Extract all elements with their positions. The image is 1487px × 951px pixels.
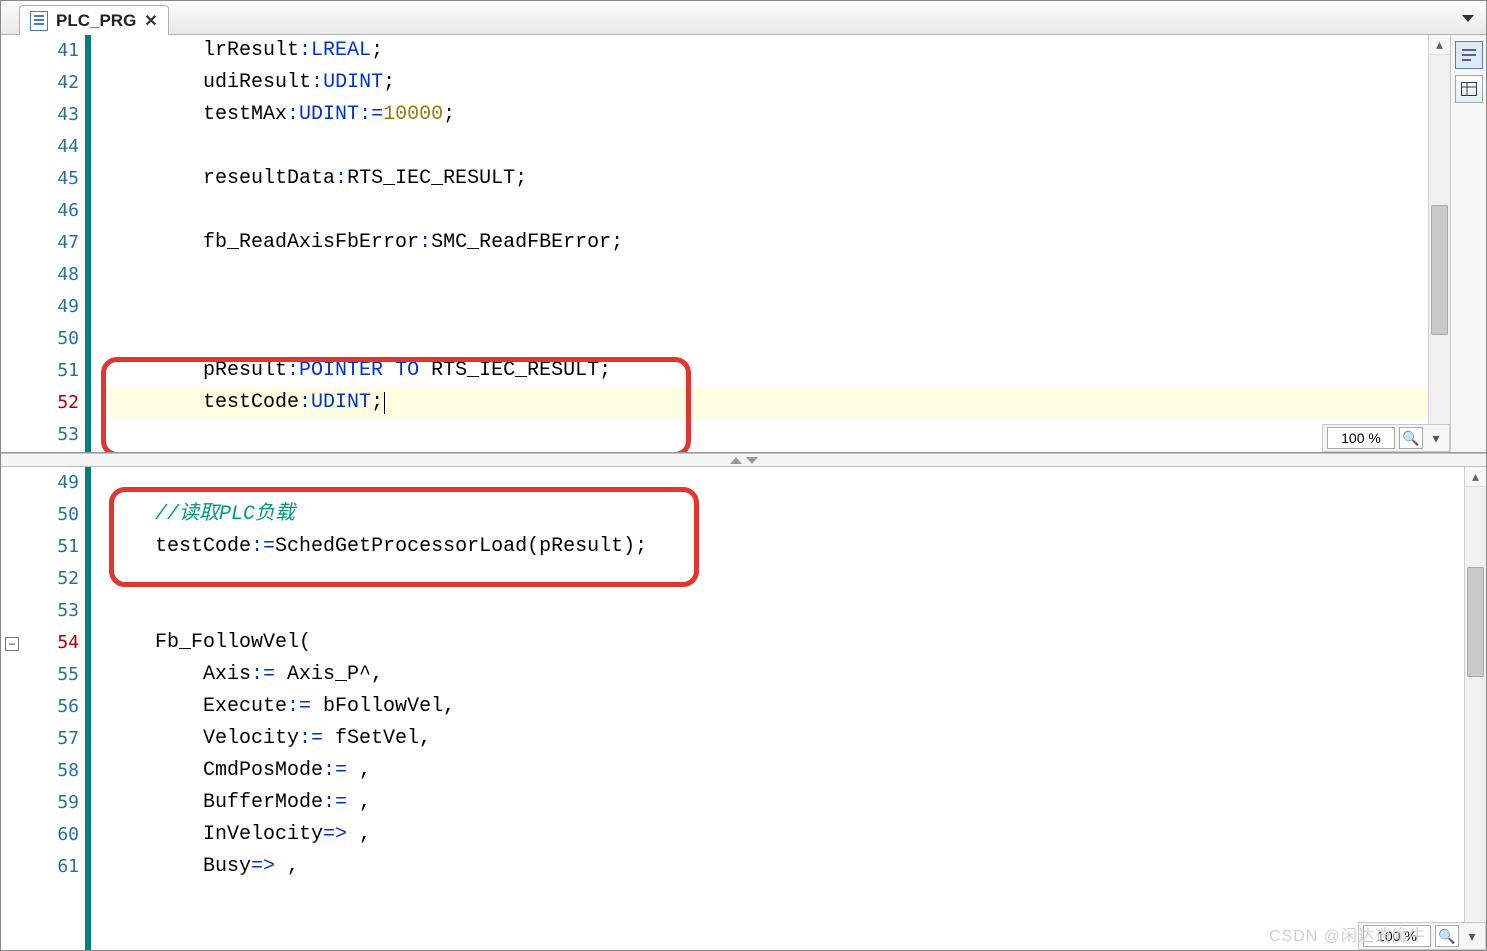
code-lines[interactable]: lrResult:LREAL; udiResult:UDINT; testMAx… <box>91 35 1428 452</box>
chevron-up-icon <box>730 457 742 464</box>
table-icon <box>1461 82 1477 96</box>
text-cursor <box>384 392 385 414</box>
code-line[interactable]: testCode:=SchedGetProcessorLoad(pResult)… <box>107 531 1464 563</box>
line-number[interactable]: 54 <box>25 627 79 659</box>
code-line[interactable]: CmdPosMode:= , <box>107 755 1464 787</box>
line-number[interactable]: 45 <box>25 163 79 195</box>
code-area-bottom[interactable]: − 49505152535455565758596061 //读取PLC负载 t… <box>1 467 1464 950</box>
code-line[interactable]: Velocity:= fSetVel, <box>107 723 1464 755</box>
line-number[interactable]: 42 <box>25 67 79 99</box>
tab-title: PLC_PRG <box>56 11 136 31</box>
code-line[interactable] <box>107 259 1428 291</box>
zoom-search-icon[interactable]: 🔍 <box>1435 925 1459 947</box>
scroll-up-icon[interactable]: ▴ <box>1465 467 1486 487</box>
table-view-button[interactable] <box>1455 75 1483 103</box>
text-view-button[interactable] <box>1455 41 1483 69</box>
fold-column[interactable]: − <box>1 467 25 950</box>
scroll-track[interactable] <box>1429 55 1450 432</box>
vertical-scrollbar[interactable]: ▴ ▾ <box>1464 467 1486 950</box>
line-number[interactable]: 55 <box>25 659 79 691</box>
code-line[interactable]: testCode:UDINT; <box>107 387 1428 419</box>
fold-toggle[interactable]: − <box>5 637 19 651</box>
line-number[interactable]: 53 <box>25 595 79 627</box>
code-line[interactable]: udiResult:UDINT; <box>107 67 1428 99</box>
pane-splitter[interactable] <box>1 453 1486 467</box>
document-icon <box>30 11 48 31</box>
chevron-down-icon <box>1462 15 1474 22</box>
tab-overflow-button[interactable] <box>1456 7 1480 29</box>
scroll-thumb[interactable] <box>1467 567 1484 677</box>
zoom-control-top: 100 % 🔍 ▾ <box>1322 424 1450 452</box>
code-line[interactable] <box>107 323 1428 355</box>
line-gutter[interactable]: 41424344454647484950515253 <box>25 35 85 452</box>
chevron-down-icon <box>746 457 758 464</box>
code-line[interactable]: Axis:= Axis_P^, <box>107 659 1464 691</box>
code-line[interactable]: testMAx:UDINT:=10000; <box>107 99 1428 131</box>
code-line[interactable]: fb_ReadAxisFbError:SMC_ReadFBError; <box>107 227 1428 259</box>
code-line[interactable]: reseultData:RTS_IEC_RESULT; <box>107 163 1428 195</box>
line-number[interactable]: 57 <box>25 723 79 755</box>
line-number[interactable]: 44 <box>25 131 79 163</box>
scroll-thumb[interactable] <box>1431 205 1448 335</box>
zoom-search-icon[interactable]: 🔍 <box>1399 427 1423 449</box>
scroll-up-icon[interactable]: ▴ <box>1429 35 1450 55</box>
line-number[interactable]: 51 <box>25 531 79 563</box>
code-lines[interactable]: //读取PLC负载 testCode:=SchedGetProcessorLoa… <box>91 467 1464 950</box>
line-number[interactable]: 46 <box>25 195 79 227</box>
line-number[interactable]: 56 <box>25 691 79 723</box>
code-line[interactable] <box>107 467 1464 499</box>
view-toolbar <box>1450 35 1486 452</box>
vertical-scrollbar[interactable]: ▴ ▾ <box>1428 35 1450 452</box>
list-lines-icon <box>1461 48 1477 62</box>
line-number[interactable]: 51 <box>25 355 79 387</box>
zoom-value[interactable]: 100 % <box>1327 427 1395 449</box>
code-line[interactable]: Execute:= bFollowVel, <box>107 691 1464 723</box>
line-number[interactable]: 50 <box>25 499 79 531</box>
chevron-down-icon[interactable]: ▾ <box>1463 928 1481 945</box>
code-line[interactable]: Fb_FollowVel( <box>107 627 1464 659</box>
line-number[interactable]: 47 <box>25 227 79 259</box>
line-gutter[interactable]: 49505152535455565758596061 <box>25 467 85 950</box>
code-line[interactable] <box>107 419 1428 451</box>
code-line[interactable] <box>107 595 1464 627</box>
tab-bar: PLC_PRG ✕ <box>1 1 1486 35</box>
fold-column[interactable] <box>1 35 25 452</box>
line-number[interactable]: 49 <box>25 467 79 499</box>
code-line[interactable] <box>107 291 1428 323</box>
editor-bottom[interactable]: − 49505152535455565758596061 //读取PLC负载 t… <box>1 467 1486 950</box>
close-icon[interactable]: ✕ <box>144 11 157 31</box>
line-number[interactable]: 49 <box>25 291 79 323</box>
line-number[interactable]: 53 <box>25 419 79 451</box>
code-line[interactable]: Busy=> , <box>107 851 1464 883</box>
line-number[interactable]: 52 <box>25 563 79 595</box>
line-number[interactable]: 41 <box>25 35 79 67</box>
line-number[interactable]: 50 <box>25 323 79 355</box>
tab-plc-prg[interactable]: PLC_PRG ✕ <box>19 5 169 35</box>
implementation-pane: − 49505152535455565758596061 //读取PLC负载 t… <box>1 467 1486 950</box>
line-number[interactable]: 61 <box>25 851 79 883</box>
app-window: PLC_PRG ✕ 41424344454647484950515253 lrR… <box>0 0 1487 951</box>
code-line[interactable]: //读取PLC负载 <box>107 499 1464 531</box>
code-line[interactable] <box>107 195 1428 227</box>
line-number[interactable]: 60 <box>25 819 79 851</box>
line-number[interactable]: 48 <box>25 259 79 291</box>
zoom-control-bottom: 100 % 🔍 ▾ <box>1358 922 1486 950</box>
line-number[interactable]: 52 <box>25 387 79 419</box>
code-line[interactable] <box>107 131 1428 163</box>
editor-top[interactable]: 41424344454647484950515253 lrResult:LREA… <box>1 35 1450 452</box>
code-area-top[interactable]: 41424344454647484950515253 lrResult:LREA… <box>1 35 1428 452</box>
line-number[interactable]: 59 <box>25 787 79 819</box>
line-number[interactable]: 43 <box>25 99 79 131</box>
code-line[interactable]: InVelocity=> , <box>107 819 1464 851</box>
declaration-pane: 41424344454647484950515253 lrResult:LREA… <box>1 35 1486 453</box>
line-number[interactable]: 58 <box>25 755 79 787</box>
chevron-down-icon[interactable]: ▾ <box>1427 430 1445 447</box>
zoom-value[interactable]: 100 % <box>1363 925 1431 947</box>
code-line[interactable]: pResult:POINTER TO RTS_IEC_RESULT; <box>107 355 1428 387</box>
code-line[interactable]: lrResult:LREAL; <box>107 35 1428 67</box>
code-line[interactable]: BufferMode:= , <box>107 787 1464 819</box>
split-editor: 41424344454647484950515253 lrResult:LREA… <box>1 35 1486 950</box>
code-line[interactable] <box>107 563 1464 595</box>
scroll-track[interactable] <box>1465 487 1486 930</box>
